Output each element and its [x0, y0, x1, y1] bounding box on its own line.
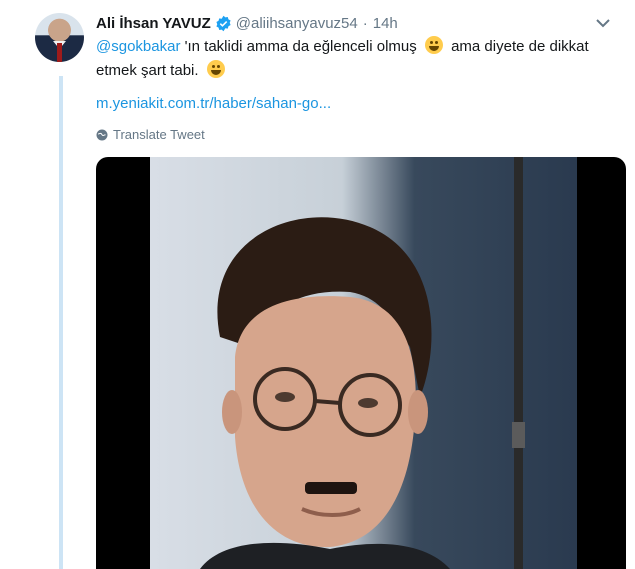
- tweet-header: Ali İhsan YAVUZ @aliihsanyavuz54 · 14h: [96, 12, 615, 34]
- translate-tweet-button[interactable]: Translate Tweet: [96, 127, 205, 142]
- author-name[interactable]: Ali İhsan YAVUZ: [96, 15, 211, 32]
- author-handle[interactable]: @aliihsanyavuz54: [236, 15, 358, 32]
- wink-emoji-icon: [206, 60, 225, 78]
- article-link[interactable]: m.yeniakit.com.tr/haber/sahan-go...: [96, 95, 331, 112]
- door-hinge: [512, 422, 525, 448]
- mention-link[interactable]: @sgokbakar: [96, 38, 180, 55]
- video-person: [200, 217, 450, 569]
- chevron-down-icon[interactable]: [593, 13, 613, 33]
- tweet-time[interactable]: 14h: [373, 15, 398, 32]
- tweet-text-part1: 'ın taklidi amma da eğlenceli olmuş: [180, 38, 421, 55]
- thread-connector-line: [59, 76, 63, 569]
- rofl-emoji-icon: [424, 36, 443, 54]
- video-frame: [150, 157, 577, 569]
- verified-badge-icon: [215, 15, 232, 32]
- globe-icon: [96, 129, 108, 140]
- tweet-body: @sgokbakar 'ın taklidi amma da eğlenceli…: [96, 35, 616, 83]
- embedded-video[interactable]: [96, 157, 626, 569]
- translate-label: Translate Tweet: [113, 127, 205, 142]
- avatar[interactable]: [35, 13, 84, 62]
- avatar-tie: [57, 43, 62, 62]
- door-post: [514, 157, 523, 569]
- separator-dot: ·: [362, 14, 368, 32]
